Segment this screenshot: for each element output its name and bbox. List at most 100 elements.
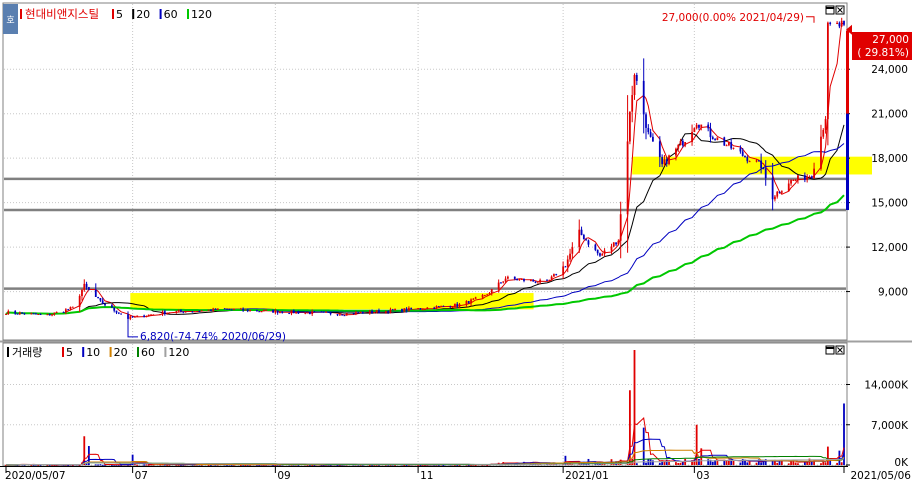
- candle-body: [343, 315, 346, 317]
- candle-body: [739, 147, 742, 152]
- candle-body: [258, 311, 261, 313]
- candle-body: [506, 276, 509, 279]
- volume-bar: [143, 464, 146, 466]
- candle-body: [665, 159, 668, 164]
- legend-item-5[interactable]: 5: [116, 8, 123, 21]
- legend-item-60[interactable]: 60: [164, 8, 178, 21]
- candle-body: [530, 279, 532, 281]
- candle-body: [555, 274, 558, 276]
- volume-bar: [134, 464, 136, 466]
- candle-body: [684, 142, 687, 146]
- candle-body: [748, 161, 751, 163]
- volume-bar: [787, 463, 790, 465]
- volume-bar: [698, 458, 700, 465]
- price-tick-label: 18,000: [871, 153, 908, 165]
- candle-body: [635, 74, 638, 81]
- volume-bar: [675, 462, 677, 465]
- candle-body: [16, 313, 19, 315]
- candle-body: [774, 196, 776, 200]
- legend-item-120[interactable]: 120: [191, 8, 212, 21]
- candle-body: [193, 311, 196, 313]
- range-bar-up: [846, 30, 849, 114]
- candle-body: [569, 253, 571, 260]
- candle-body: [180, 310, 182, 312]
- candle-body: [419, 308, 422, 310]
- legend-item-5[interactable]: 5: [66, 346, 73, 359]
- candle-body: [612, 242, 615, 247]
- legend-item-60[interactable]: 60: [141, 346, 155, 359]
- legend-swatch-icon: [62, 347, 64, 357]
- candle-body: [32, 313, 35, 315]
- candle-body: [652, 136, 654, 142]
- candle-body: [51, 314, 53, 316]
- candle-body: [21, 312, 24, 314]
- candle-body: [741, 151, 744, 156]
- candle-body: [242, 308, 245, 311]
- candle-body: [553, 274, 555, 277]
- candle-body: [433, 307, 436, 309]
- candle-body: [813, 168, 815, 179]
- candle-body: [361, 312, 364, 314]
- volume-bar: [711, 461, 714, 465]
- candle-body: [131, 316, 134, 318]
- legend-item-20[interactable]: 20: [136, 8, 150, 21]
- candle-body: [668, 155, 670, 164]
- volume-bar: [824, 462, 827, 465]
- legend-item-120[interactable]: 120: [168, 346, 189, 359]
- candle-body: [454, 303, 456, 307]
- volume-legend-marker-icon: [7, 347, 9, 357]
- candle-body: [244, 309, 247, 311]
- candle-body: [405, 308, 408, 311]
- candle-body: [757, 160, 760, 162]
- candle-body: [403, 308, 406, 312]
- candle-body: [502, 281, 505, 283]
- price-tick-label: 21,000: [871, 109, 908, 121]
- candle-body: [191, 311, 194, 313]
- volume-bar: [820, 463, 822, 465]
- candle-body: [355, 312, 357, 315]
- candle-body: [87, 287, 90, 290]
- candle-body: [470, 299, 472, 304]
- candle-body: [327, 311, 330, 313]
- candle-body: [760, 160, 763, 169]
- candle-body: [417, 308, 419, 310]
- stock-name[interactable]: 현대비앤지스틸: [25, 7, 99, 21]
- candle-body: [615, 242, 617, 245]
- candle-body: [843, 20, 845, 25]
- candle-body: [260, 311, 263, 313]
- price-axis: 9,000 12,000 15,000 18,000 21,000 24,000: [846, 64, 908, 299]
- candle-body: [97, 296, 99, 299]
- candle-body: [256, 310, 258, 312]
- candle-body: [562, 266, 565, 276]
- candle-body: [226, 308, 228, 310]
- candle-body: [695, 124, 698, 129]
- volume-tick-label: 14,000K: [864, 380, 909, 392]
- volume-bar: [635, 463, 638, 465]
- candle-body: [619, 214, 622, 241]
- volume-bar: [677, 462, 680, 465]
- candle-body: [384, 311, 387, 313]
- stock-chart-svg: 9,000 12,000 15,000 18,000 21,000 24,000 0K 7,…: [0, 2, 912, 482]
- candle-body: [440, 305, 443, 307]
- candle-body: [143, 315, 146, 318]
- candle-body: [276, 310, 279, 313]
- volume-bar: [652, 460, 654, 465]
- candle-body: [200, 310, 203, 312]
- candle-body: [421, 309, 424, 311]
- legend-item-20[interactable]: 20: [114, 346, 128, 359]
- candle-body: [281, 311, 284, 313]
- candle-body: [168, 312, 171, 314]
- current-price-tag: 27,000 ( 29.81%): [846, 24, 912, 60]
- candle-body: [437, 306, 440, 308]
- volume-tick-label: 7,000K: [871, 420, 909, 432]
- candle-body: [725, 145, 728, 147]
- price-range-bar: [846, 30, 849, 211]
- candle-body: [822, 129, 825, 137]
- legend-item-10[interactable]: 10: [86, 346, 100, 359]
- candle-body: [516, 278, 518, 281]
- candle-body: [732, 147, 735, 149]
- candle-body: [675, 148, 677, 156]
- candle-body: [387, 311, 390, 313]
- volume-title[interactable]: 거래량: [12, 346, 42, 359]
- candle-body: [599, 253, 601, 256]
